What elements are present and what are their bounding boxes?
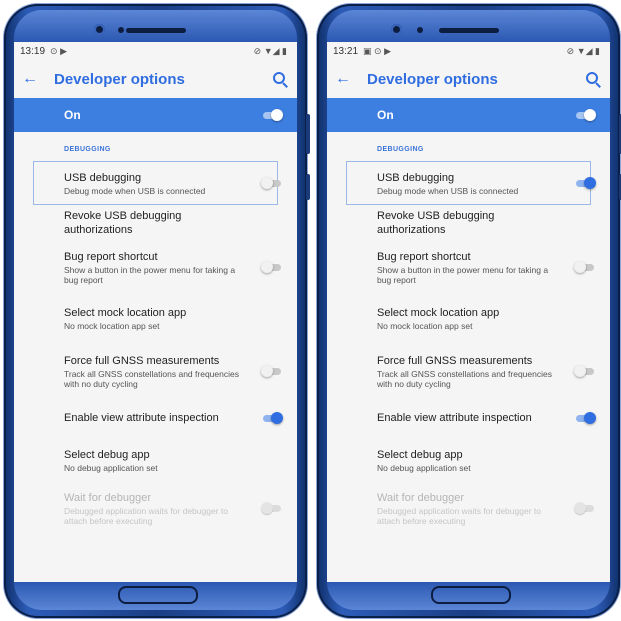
volume-button (306, 114, 310, 154)
setting-wait-for-debugger: Wait for debugger Debugged application w… (14, 484, 297, 532)
setting-title: Wait for debugger (377, 491, 465, 504)
setting-force-gnss[interactable]: Force full GNSS measurements Track all G… (14, 342, 297, 400)
setting-usb-debugging[interactable]: USB debugging Debug mode when USB is con… (32, 160, 281, 206)
usb-debugging-toggle[interactable] (261, 177, 283, 189)
setting-title: Force full GNSS measurements (377, 354, 533, 367)
setting-summary: No debug application set (64, 462, 158, 473)
view-attribute-toggle[interactable] (261, 412, 283, 424)
setting-mock-location-app[interactable]: Select mock location app No mock locatio… (327, 294, 610, 342)
master-switch-label: On (64, 108, 81, 122)
setting-title: USB debugging (64, 171, 142, 184)
setting-summary: No mock location app set (64, 320, 160, 331)
setting-bug-report-shortcut[interactable]: Bug report shortcut Show a button in the… (14, 240, 297, 294)
front-camera-icon (391, 24, 402, 35)
phone-top-bezel (14, 10, 297, 42)
arrow-left-icon[interactable]: ← (22, 70, 46, 88)
bug-report-toggle[interactable] (261, 261, 283, 273)
page-title: Developer options (367, 70, 498, 88)
setting-title: Bug report shortcut (377, 250, 471, 263)
setting-view-attribute-inspection[interactable]: Enable view attribute inspection (14, 400, 297, 436)
notification-icons: ▣ ⊙ ▶ (363, 45, 391, 56)
setting-summary: Debugged application waits for debugger … (377, 505, 541, 526)
wait-debugger-toggle (574, 502, 596, 514)
master-switch-label: On (377, 108, 394, 122)
notification-icons: ⊙ ▶ (50, 45, 67, 56)
setting-title: Revoke USB debugging authorizations (64, 210, 182, 236)
setting-summary: Track all GNSS constellations and freque… (64, 368, 239, 389)
search-icon[interactable] (271, 70, 289, 88)
toolbar: ← Developer options (327, 60, 610, 98)
setting-bug-report-shortcut[interactable]: Bug report shortcut Show a button in the… (327, 240, 610, 294)
master-toggle[interactable] (261, 109, 283, 121)
setting-title: Select debug app (64, 448, 150, 461)
setting-revoke-usb-authorizations[interactable]: Revoke USB debugging authorizations (327, 206, 610, 240)
status-bar: 13:21 ▣ ⊙ ▶ ⊘ ▼◢ ▮ (327, 42, 610, 60)
screen: 13:19 ⊙ ▶ ⊘ ▼◢ ▮ ← Developer options On … (14, 42, 297, 582)
setting-usb-debugging[interactable]: USB debugging Debug mode when USB is con… (345, 160, 596, 206)
status-time: 13:19 (20, 45, 46, 57)
earpiece-speaker (438, 28, 499, 33)
setting-force-gnss[interactable]: Force full GNSS measurements Track all G… (327, 342, 610, 400)
setting-summary: Debugged application waits for debugger … (64, 505, 228, 526)
setting-title: USB debugging (377, 171, 455, 184)
toolbar: ← Developer options (14, 60, 297, 98)
master-toggle[interactable] (574, 109, 596, 121)
setting-title: Select mock location app (377, 306, 500, 319)
setting-mock-location-app[interactable]: Select mock location app No mock locatio… (14, 294, 297, 342)
earpiece-speaker (125, 28, 186, 33)
phone-top-bezel (327, 10, 610, 42)
setting-title: Enable view attribute inspection (377, 412, 532, 424)
status-right-icons: ⊘ ▼◢ ▮ (253, 45, 287, 56)
home-button[interactable] (430, 586, 511, 604)
setting-summary: Show a button in the power menu for taki… (377, 264, 549, 285)
setting-summary: Show a button in the power menu for taki… (64, 264, 236, 285)
power-button (306, 174, 310, 200)
setting-select-debug-app[interactable]: Select debug app No debug application se… (327, 436, 610, 484)
status-time: 13:21 (333, 45, 359, 57)
setting-summary: No mock location app set (377, 320, 473, 331)
status-right-icons: ⊘ ▼◢ ▮ (566, 45, 600, 56)
front-camera-icon (94, 24, 105, 35)
arrow-left-icon[interactable]: ← (335, 70, 359, 88)
setting-title: Enable view attribute inspection (64, 412, 219, 424)
home-button[interactable] (117, 586, 198, 604)
setting-summary: Debug mode when USB is connected (64, 185, 206, 196)
view-attribute-toggle[interactable] (574, 412, 596, 424)
status-bar: 13:19 ⊙ ▶ ⊘ ▼◢ ▮ (14, 42, 297, 60)
setting-wait-for-debugger: Wait for debugger Debugged application w… (327, 484, 610, 532)
setting-summary: Debug mode when USB is connected (377, 185, 519, 196)
master-switch-bar[interactable]: On (327, 98, 610, 132)
screen: 13:21 ▣ ⊙ ▶ ⊘ ▼◢ ▮ ← Developer options O… (327, 42, 610, 582)
usb-debugging-toggle[interactable] (574, 177, 596, 189)
search-icon[interactable] (584, 70, 602, 88)
setting-title: Select debug app (377, 448, 463, 461)
page-title: Developer options (54, 70, 185, 88)
setting-revoke-usb-authorizations[interactable]: Revoke USB debugging authorizations (14, 206, 297, 240)
setting-select-debug-app[interactable]: Select debug app No debug application se… (14, 436, 297, 484)
section-header-debugging: DEBUGGING (64, 146, 111, 153)
setting-title: Wait for debugger (64, 491, 152, 504)
phone-right: 13:21 ▣ ⊙ ▶ ⊘ ▼◢ ▮ ← Developer options O… (317, 4, 621, 618)
setting-title: Bug report shortcut (64, 250, 158, 263)
bug-report-toggle[interactable] (574, 261, 596, 273)
setting-title: Force full GNSS measurements (64, 354, 220, 367)
setting-summary: No debug application set (377, 462, 471, 473)
setting-title: Revoke USB debugging authorizations (377, 210, 495, 236)
setting-summary: Track all GNSS constellations and freque… (377, 368, 552, 389)
phone-left: 13:19 ⊙ ▶ ⊘ ▼◢ ▮ ← Developer options On … (4, 4, 310, 618)
setting-view-attribute-inspection[interactable]: Enable view attribute inspection (327, 400, 610, 436)
master-switch-bar[interactable]: On (14, 98, 297, 132)
setting-title: Select mock location app (64, 306, 187, 319)
gnss-toggle[interactable] (261, 365, 283, 377)
section-header-debugging: DEBUGGING (377, 146, 424, 153)
sensor-icon (417, 27, 423, 33)
gnss-toggle[interactable] (574, 365, 596, 377)
wait-debugger-toggle (261, 502, 283, 514)
sensor-icon (118, 27, 124, 33)
